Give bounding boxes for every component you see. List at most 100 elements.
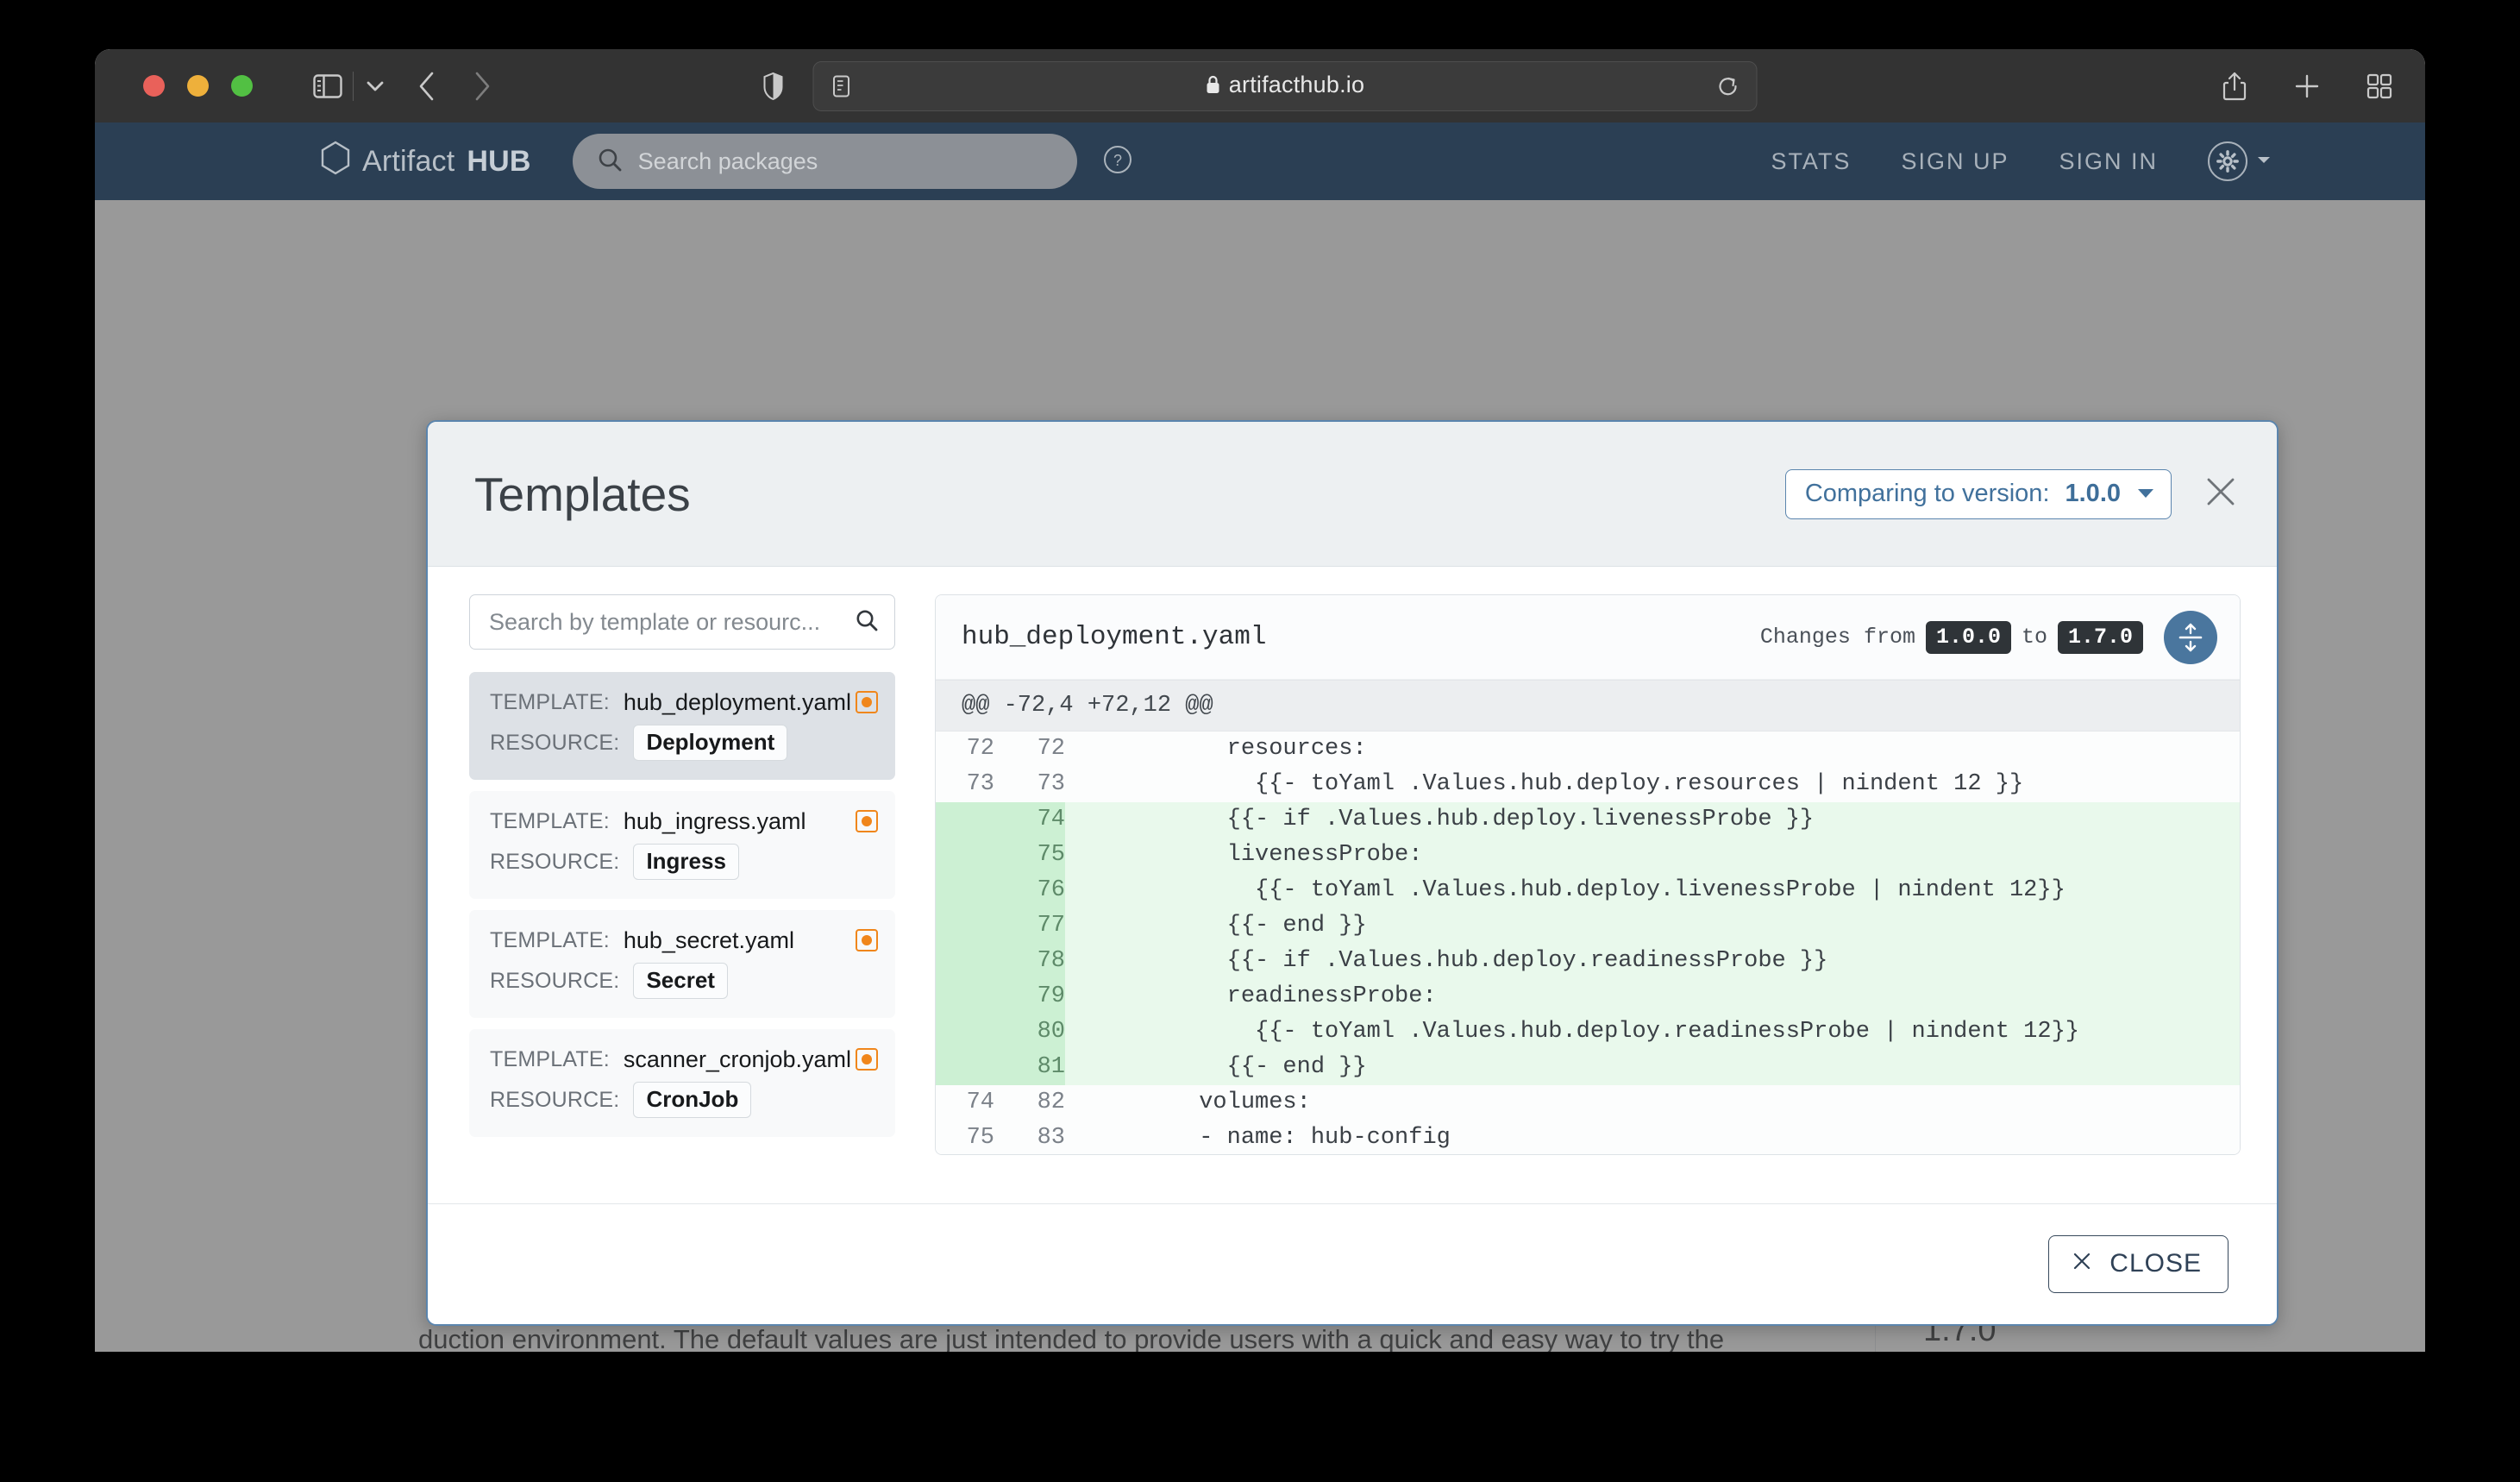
diff-line: 74 82 volumes:	[936, 1085, 2240, 1121]
close-window-button[interactable]	[143, 75, 165, 97]
template-search-placeholder: Search by template or resourc...	[489, 608, 821, 635]
address-bar[interactable]: artifacthub.io	[812, 60, 1758, 111]
diff-code: resources:	[1115, 736, 1367, 762]
modal-footer: CLOSE	[428, 1203, 2277, 1324]
diff-line: 74 {{- if .Values.hub.deploy.livenessPro…	[936, 802, 2240, 838]
reload-icon[interactable]	[1717, 74, 1740, 98]
brand-prefix: Artifact	[362, 144, 455, 178]
diff-new-line-number: 77	[994, 908, 1065, 944]
svg-text:?: ?	[1113, 152, 1122, 169]
resource-row: RESOURCE: CronJob	[490, 1082, 878, 1118]
diff-hunk-header: @@ -72,4 +72,12 @@	[936, 680, 2240, 732]
settings-caret-icon[interactable]	[2256, 154, 2272, 169]
settings-menu[interactable]	[2208, 141, 2272, 181]
diff-line: 76 {{- toYaml .Values.hub.deploy.livenes…	[936, 873, 2240, 908]
diff-code: {{- toYaml .Values.hub.deploy.livenessPr…	[1115, 877, 2066, 903]
template-list-item[interactable]: TEMPLATE: scanner_cronjob.yaml RESOURCE: Cr…	[469, 1029, 895, 1137]
nav-item-sign-up[interactable]: SIGN UP	[1901, 148, 2009, 175]
diff-code: {{- if .Values.hub.deploy.readinessProbe…	[1115, 948, 1828, 974]
diff-code: {{- toYaml .Values.hub.deploy.readinessP…	[1115, 1019, 2079, 1045]
chevron-down-icon[interactable]	[2138, 489, 2153, 498]
template-search-input[interactable]: Search by template or resourc...	[469, 594, 895, 650]
diff-line: 73 73 {{- toYaml .Values.hub.deploy.resou…	[936, 767, 2240, 802]
artifacthub-logo[interactable]: Artifact HUB	[321, 141, 531, 183]
templates-modal: Templates Comparing to version: 1.0.0 Se	[426, 420, 2279, 1326]
back-arrow-icon[interactable]	[417, 71, 436, 102]
modal-header: Templates Comparing to version: 1.0.0	[428, 422, 2277, 567]
diff-new-line-number: 72	[1037, 736, 1065, 762]
diff-old-line-number: 74	[966, 1090, 994, 1115]
diff-code: {{- toYaml .Values.hub.deploy.resources …	[1115, 771, 2024, 797]
diff-new-line-number: 80	[994, 1014, 1065, 1050]
search-input-placeholder: Search packages	[637, 148, 818, 174]
diff-new-line-number: 82	[1037, 1090, 1065, 1115]
nav-item-stats[interactable]: STATS	[1771, 148, 1851, 175]
close-button[interactable]: CLOSE	[2048, 1235, 2229, 1293]
diff-old-line-number	[936, 908, 994, 944]
close-icon[interactable]	[2203, 474, 2239, 514]
help-icon[interactable]: ?	[1103, 145, 1132, 179]
resource-label: RESOURCE:	[490, 849, 620, 874]
diff-line: 75 83 - name: hub-config	[936, 1121, 2240, 1154]
reader-view-icon[interactable]	[833, 75, 850, 97]
version-compare-dropdown[interactable]: Comparing to version: 1.0.0	[1784, 468, 2172, 519]
minimize-window-button[interactable]	[187, 75, 209, 97]
diff-line: 81 {{- end }}	[936, 1050, 2240, 1085]
template-name: hub_secret.yaml	[623, 927, 794, 953]
tab-overview-icon[interactable]	[2366, 73, 2392, 99]
browser-window: artifacthub.io Artifact HUB Search packa…	[95, 49, 2425, 1352]
template-label: TEMPLATE:	[490, 928, 610, 952]
diff-line: 72 72 resources:	[936, 732, 2240, 767]
gear-icon[interactable]	[2208, 141, 2247, 181]
diff-new-line-number: 76	[994, 873, 1065, 908]
template-row: TEMPLATE: hub_ingress.yaml	[490, 808, 878, 835]
template-name: scanner_cronjob.yaml	[623, 1046, 852, 1072]
close-button-label: CLOSE	[2109, 1249, 2202, 1278]
template-row: TEMPLATE: hub_deployment.yaml	[490, 689, 878, 716]
template-status-icon	[856, 1048, 878, 1071]
template-row: TEMPLATE: hub_secret.yaml	[490, 927, 878, 954]
nav-item-sign-in[interactable]: SIGN IN	[2059, 148, 2158, 175]
diff-code: volumes:	[1115, 1090, 1311, 1115]
diff-line: 78 {{- if .Values.hub.deploy.readinessPr…	[936, 944, 2240, 979]
privacy-shield-icon[interactable]	[763, 72, 784, 100]
from-version-chip: 1.0.0	[1925, 620, 2011, 654]
template-name: hub_ingress.yaml	[623, 808, 806, 834]
forward-arrow-icon[interactable]	[473, 71, 492, 102]
sidebar-toggle-icon[interactable]	[313, 73, 342, 98]
diff-header-controls: Changes from 1.0.0 to 1.7.0	[1760, 610, 2217, 664]
search-input[interactable]: Search packages	[572, 134, 1077, 189]
diff-old-line-number	[936, 979, 994, 1014]
close-icon	[2072, 1249, 2092, 1278]
modal-body: Search by template or resourc... TEMPLAT…	[428, 567, 2277, 1203]
diff-code: - name: hub-config	[1115, 1125, 1451, 1151]
share-icon[interactable]	[2222, 71, 2247, 102]
maximize-window-button[interactable]	[231, 75, 253, 97]
diff-old-line-number: 73	[966, 771, 994, 797]
diff-old-line-number	[936, 802, 994, 838]
site-header: Artifact HUB Search packages ? STATS SIGN…	[95, 122, 2425, 200]
to-label: to	[2021, 625, 2047, 650]
search-icon[interactable]	[855, 608, 879, 637]
diff-view-toggle-button[interactable]	[2164, 610, 2217, 664]
chevron-down-icon[interactable]	[366, 80, 385, 92]
brand-suffix: HUB	[467, 144, 531, 178]
diff-old-line-number: 75	[966, 1125, 994, 1151]
browser-toolbar-right	[2222, 71, 2392, 102]
diff-filename: hub_deployment.yaml	[962, 622, 1267, 652]
template-list-item[interactable]: TEMPLATE: hub_ingress.yaml RESOURCE: Ingres…	[469, 791, 895, 899]
resource-badge: Ingress	[633, 844, 739, 880]
template-list-item[interactable]: TEMPLATE: hub_deployment.yaml RESOURCE: Dep…	[469, 672, 895, 780]
resource-label: RESOURCE:	[490, 968, 620, 993]
template-status-icon	[856, 929, 878, 951]
version-compare-label: Comparing to version:	[1804, 479, 2050, 507]
diff-new-line-number: 78	[994, 944, 1065, 979]
resource-badge: Deployment	[633, 725, 788, 761]
diff-code: {{- end }}	[1115, 913, 1367, 939]
diff-line: 75 livenessProbe:	[936, 838, 2240, 873]
new-tab-icon[interactable]	[2294, 73, 2320, 99]
diff-code: {{- end }}	[1115, 1054, 1367, 1080]
template-list-item[interactable]: TEMPLATE: hub_secret.yaml RESOURCE: Secret	[469, 910, 895, 1018]
diff-new-line-number: 74	[994, 802, 1065, 838]
diff-panel: hub_deployment.yaml Changes from 1.0.0 t…	[935, 594, 2241, 1155]
